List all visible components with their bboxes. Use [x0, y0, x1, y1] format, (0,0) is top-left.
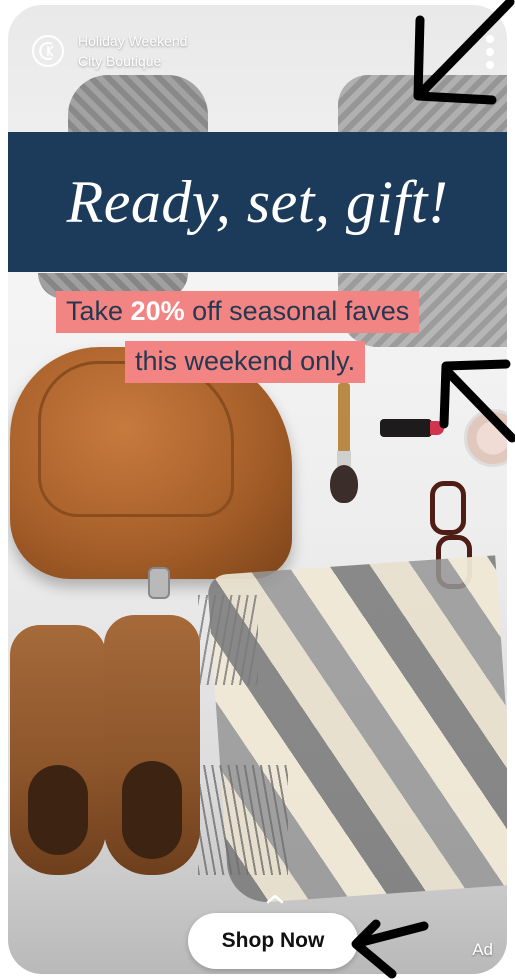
story-ad-card[interactable]: Holiday Weekend City Boutique Ready, set… — [8, 5, 507, 974]
backpack-flap-image — [38, 361, 234, 517]
annotation-arrow-icon — [439, 359, 515, 443]
scarf-fringe-image — [198, 595, 258, 685]
ad-header[interactable]: Holiday Weekend City Boutique — [32, 31, 187, 71]
chevron-up-icon[interactable] — [266, 893, 284, 905]
annotation-arrow-icon — [413, 0, 515, 105]
account-subtitle: City Boutique — [78, 53, 162, 69]
boutique-logo-icon — [32, 35, 64, 67]
eyeglasses-image — [430, 481, 466, 535]
boot-lining-image — [122, 761, 182, 859]
headline-banner: Ready, set, gift! — [8, 132, 507, 272]
account-name: Holiday Weekend — [78, 33, 188, 49]
promo-line-1: Take 20% off seasonal faves — [56, 291, 420, 333]
ad-label: Ad — [472, 940, 493, 959]
shop-now-button[interactable]: Shop Now — [188, 913, 358, 969]
discount-amount: 20% — [130, 296, 185, 326]
makeup-brush-image — [330, 465, 358, 503]
annotation-arrow-icon — [351, 919, 429, 979]
lipstick-image — [380, 419, 432, 437]
promo-line-2: this weekend only. — [125, 341, 366, 383]
headline-title: Ready, set, gift! — [66, 168, 449, 235]
zipper-pull-image — [148, 567, 170, 599]
knit-sweater-image — [68, 75, 208, 135]
boot-lining-image — [28, 765, 88, 855]
scarf-fringe-image — [198, 765, 288, 875]
makeup-brush-image — [338, 383, 350, 453]
